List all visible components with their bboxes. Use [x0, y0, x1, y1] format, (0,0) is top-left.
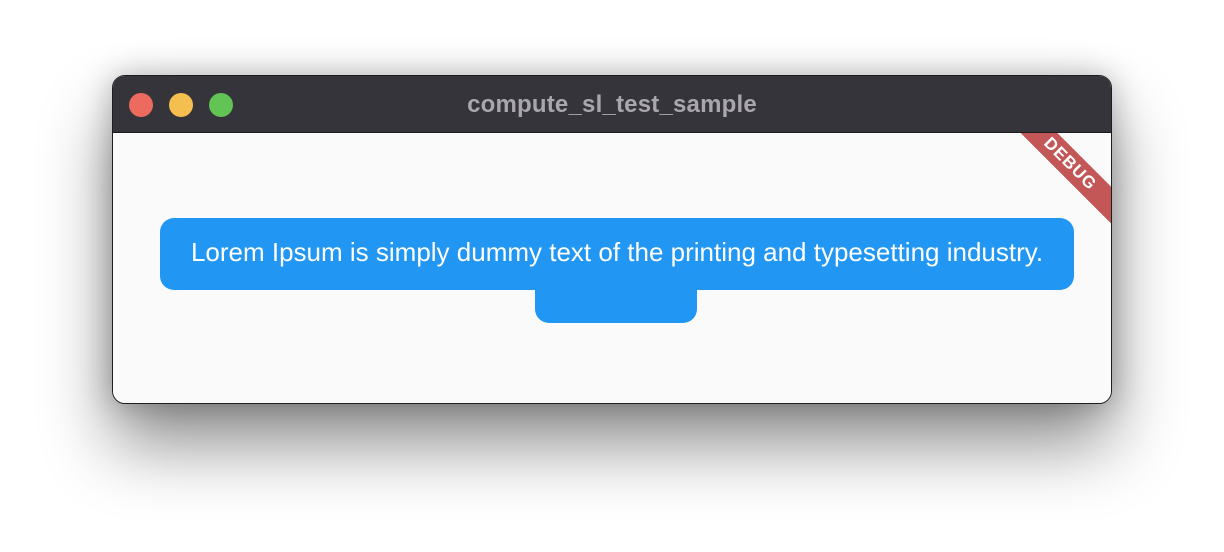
app-window: compute_sl_test_sample Lorem Ipsum is si… [112, 75, 1112, 404]
window-title: compute_sl_test_sample [467, 91, 757, 118]
text-bubble-tail-background [535, 273, 697, 323]
debug-banner: DEBUG [1007, 133, 1111, 227]
desktop: compute_sl_test_sample Lorem Ipsum is si… [0, 0, 1224, 552]
app-content: Lorem Ipsum is simply dummy text of the … [113, 133, 1111, 403]
title-bar[interactable]: compute_sl_test_sample [113, 76, 1111, 133]
text-bubble: Lorem Ipsum is simply dummy text of the … [190, 237, 1044, 267]
